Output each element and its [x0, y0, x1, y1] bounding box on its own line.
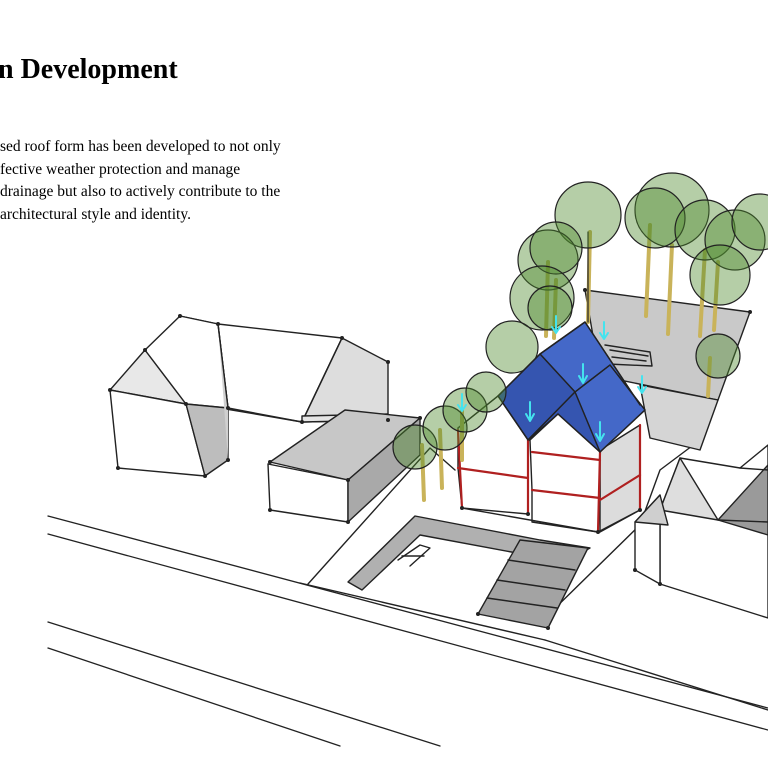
roof-diagram-scene [47, 172, 768, 747]
front-paving [347, 515, 591, 629]
right-house [634, 444, 768, 619]
left-garage [267, 409, 421, 523]
